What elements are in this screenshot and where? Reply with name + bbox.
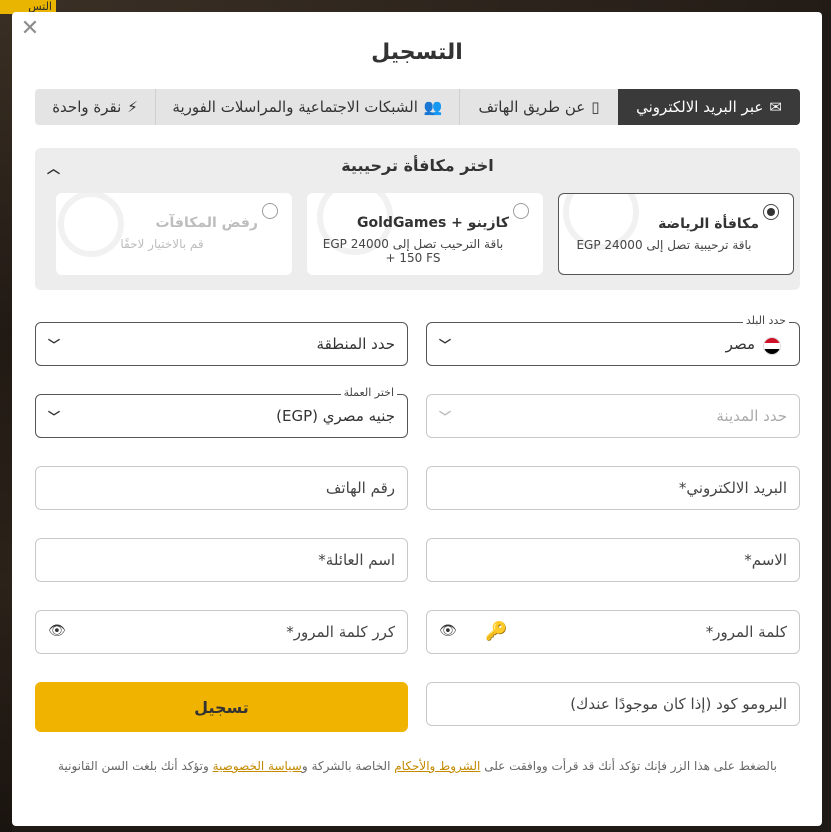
- terms-middle: الخاصة بالشركة و: [301, 759, 395, 773]
- tab-social[interactable]: 👥 الشبكات الاجتماعية والمراسلات الفورية: [155, 89, 459, 125]
- chevron-down-icon: ﹀: [48, 410, 61, 424]
- users-icon: 👥: [423, 98, 443, 116]
- bonus-option-subtitle: باقة الترحيب تصل إلى 24000 EGP + 150 FS: [322, 237, 504, 265]
- tab-email[interactable]: ✉ عبر البريد الالكتروني: [618, 89, 800, 125]
- bonus-radio-sport[interactable]: [763, 204, 779, 220]
- city-select[interactable]: حدد المدينة ﹀: [426, 394, 800, 438]
- bonus-section: اختر مكافأة ترحيبية ︿ مكافأة الرياضة باق…: [35, 148, 800, 290]
- first-name-placeholder: الاسم*: [744, 551, 787, 569]
- terms-suffix: وتؤكد أنك بلغت السن القانونية: [58, 759, 213, 773]
- promo-code-field[interactable]: البرومو كود (إذا كان موجودًا عندك): [426, 682, 800, 726]
- tab-phone[interactable]: ▯ عن طريق الهاتف: [459, 89, 618, 125]
- phone-placeholder: رقم الهاتف: [325, 479, 395, 497]
- bonus-option-decline[interactable]: رفض المكافآت قم بالاختيار لاحقًا: [56, 193, 292, 275]
- currency-select[interactable]: اختر العملة جنيه مصري (EGP) ﹀: [35, 386, 408, 438]
- country-select[interactable]: حدد البلد مصر ﹀: [426, 314, 800, 366]
- country-label: حدد البلد: [742, 314, 789, 327]
- tab-one-click[interactable]: ⚡ نقرة واحدة: [35, 89, 155, 125]
- key-icon[interactable]: 🔑: [485, 621, 507, 642]
- chevron-down-icon: ﹀: [439, 338, 452, 352]
- bonus-option-subtitle: باقة ترحيبية تصل إلى EGP 24000: [576, 238, 752, 252]
- chevron-down-icon: ﹀: [439, 410, 452, 424]
- repeat-password-field[interactable]: كرر كلمة المرور* 👁: [35, 610, 408, 654]
- registration-modal: ✕ التسجيل ✉ عبر البريد الالكتروني ▯ عن ط…: [12, 12, 822, 826]
- email-placeholder: البريد الالكتروني*: [678, 479, 787, 497]
- bolt-icon: ⚡: [127, 98, 138, 116]
- region-select[interactable]: حدد المنطقة ﹀: [35, 322, 408, 366]
- egypt-flag-icon: [763, 337, 781, 355]
- privacy-link[interactable]: سياسة الخصوصية: [213, 759, 302, 773]
- last-name-field[interactable]: اسم العائلة*: [35, 538, 408, 582]
- first-name-field[interactable]: الاسم*: [426, 538, 800, 582]
- promo-placeholder: البرومو كود (إذا كان موجودًا عندك): [570, 695, 787, 713]
- bonus-title: اختر مكافأة ترحيبية: [341, 156, 494, 175]
- bonus-radio-decline[interactable]: [262, 203, 278, 219]
- eye-slash-icon[interactable]: 👁: [439, 623, 457, 639]
- phone-field[interactable]: رقم الهاتف: [35, 466, 408, 510]
- envelope-icon: ✉: [769, 98, 782, 116]
- bonus-option-casino[interactable]: كازينو + GoldGames باقة الترحيب تصل إلى …: [307, 193, 543, 275]
- phone-icon: ▯: [591, 98, 600, 116]
- background-left-strip: [0, 0, 12, 832]
- tab-one-click-label: نقرة واحدة: [52, 98, 122, 116]
- email-field[interactable]: البريد الالكتروني*: [426, 466, 800, 510]
- register-button[interactable]: تسجيل: [35, 682, 408, 732]
- close-icon[interactable]: ✕: [20, 18, 40, 40]
- bonus-option-title: مكافأة الرياضة: [658, 216, 759, 232]
- password-field[interactable]: كلمة المرور* 🔑 👁: [426, 610, 800, 654]
- bonus-option-title: كازينو + GoldGames: [357, 215, 509, 231]
- region-placeholder: حدد المنطقة: [316, 335, 395, 353]
- tab-social-label: الشبكات الاجتماعية والمراسلات الفورية: [172, 98, 418, 116]
- bonus-option-title: رفض المكافآت: [155, 215, 258, 231]
- country-value: مصر: [725, 335, 755, 353]
- tab-phone-label: عن طريق الهاتف: [478, 98, 586, 116]
- bonus-option-sport[interactable]: مكافأة الرياضة باقة ترحيبية تصل إلى EGP …: [558, 193, 794, 275]
- city-placeholder: حدد المدينة: [716, 407, 787, 425]
- modal-title: التسجيل: [371, 40, 463, 65]
- chevron-down-icon: ﹀: [48, 338, 61, 352]
- password-placeholder: كلمة المرور*: [705, 623, 787, 641]
- currency-label: اختر العملة: [340, 386, 397, 399]
- registration-tabs: ✉ عبر البريد الالكتروني ▯ عن طريق الهاتف…: [35, 89, 800, 125]
- terms-prefix: بالضغط على هذا الزر فإنك تؤكد أنك قد قرأ…: [480, 759, 777, 773]
- currency-value: جنيه مصري (EGP): [276, 407, 395, 425]
- eye-slash-icon[interactable]: 👁: [48, 623, 66, 639]
- terms-notice: بالضغط على هذا الزر فإنك تؤكد أنك قد قرأ…: [50, 756, 785, 776]
- bonus-option-subtitle: قم بالاختيار لاحقًا: [120, 237, 204, 251]
- bonus-radio-casino[interactable]: [513, 203, 529, 219]
- tab-email-label: عبر البريد الالكتروني: [636, 98, 764, 116]
- terms-link[interactable]: الشروط والأحكام: [394, 759, 480, 773]
- repeat-password-placeholder: كرر كلمة المرور*: [286, 623, 395, 641]
- chevron-up-icon[interactable]: ︿: [47, 158, 60, 177]
- background-top-strip: [0, 0, 831, 12]
- last-name-placeholder: اسم العائلة*: [318, 551, 395, 569]
